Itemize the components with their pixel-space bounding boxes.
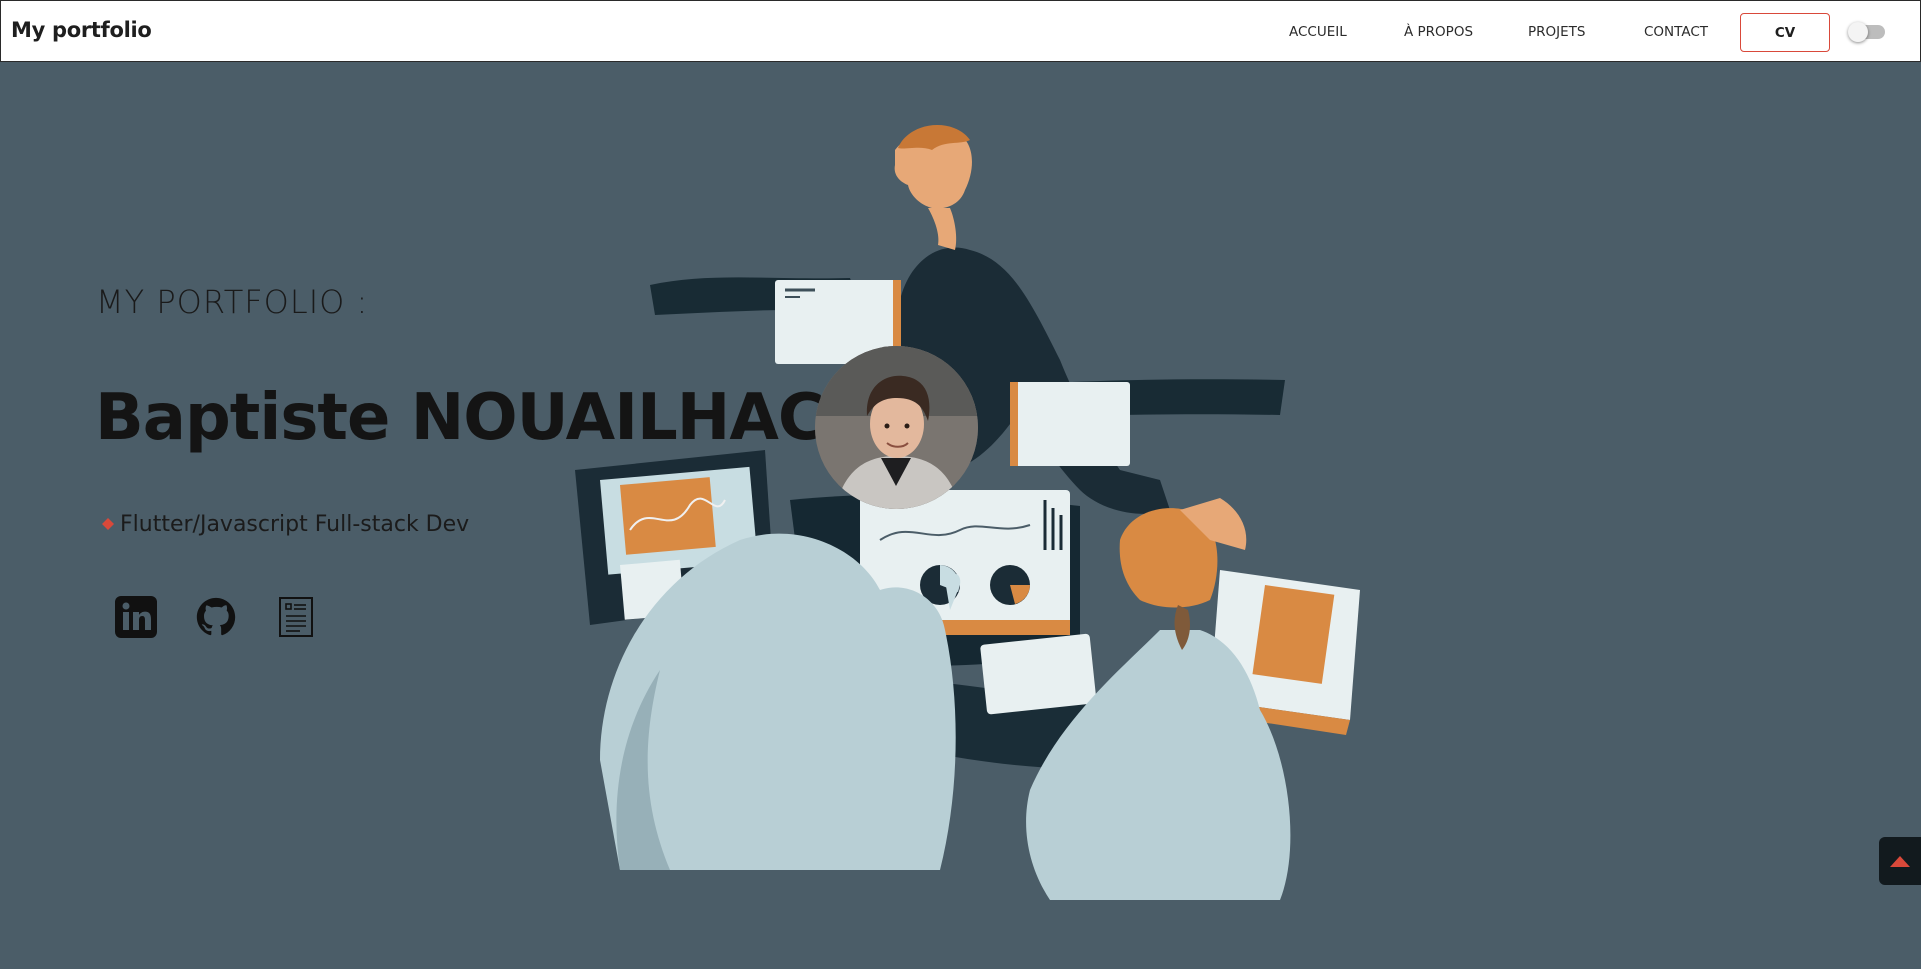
nav-a-propos[interactable]: À PROPOS — [1404, 24, 1473, 40]
resume-link[interactable] — [273, 594, 319, 640]
cv-button[interactable]: CV — [1740, 13, 1830, 52]
linkedin-icon — [115, 596, 157, 638]
nav-projets[interactable]: PROJETS — [1528, 24, 1585, 40]
theme-toggle[interactable] — [1848, 22, 1885, 42]
role-text: Flutter/Javascript Full-stack Dev — [120, 512, 470, 537]
profile-photo — [815, 346, 978, 509]
nav-contact[interactable]: CONTACT — [1644, 24, 1708, 40]
scroll-to-top-button[interactable] — [1879, 837, 1921, 885]
bullet-icon — [102, 517, 114, 530]
hero-role: Flutter/Javascript Full-stack Dev — [102, 512, 469, 537]
github-link[interactable] — [193, 594, 239, 640]
top-navbar: My portfolio ACCUEIL À PROPOS PROJETS CO… — [0, 0, 1921, 62]
team-illustration — [575, 125, 1360, 900]
resume-icon — [279, 597, 313, 637]
arrow-up-icon — [1890, 856, 1910, 867]
brand-title[interactable]: My portfolio — [11, 18, 152, 42]
linkedin-link[interactable] — [113, 594, 159, 640]
github-icon — [196, 597, 236, 636]
hero-kicker: MY PORTFOLIO : — [96, 283, 369, 321]
portrait-image — [815, 346, 978, 509]
nav-accueil[interactable]: ACCUEIL — [1289, 24, 1347, 40]
toggle-knob — [1848, 22, 1868, 42]
